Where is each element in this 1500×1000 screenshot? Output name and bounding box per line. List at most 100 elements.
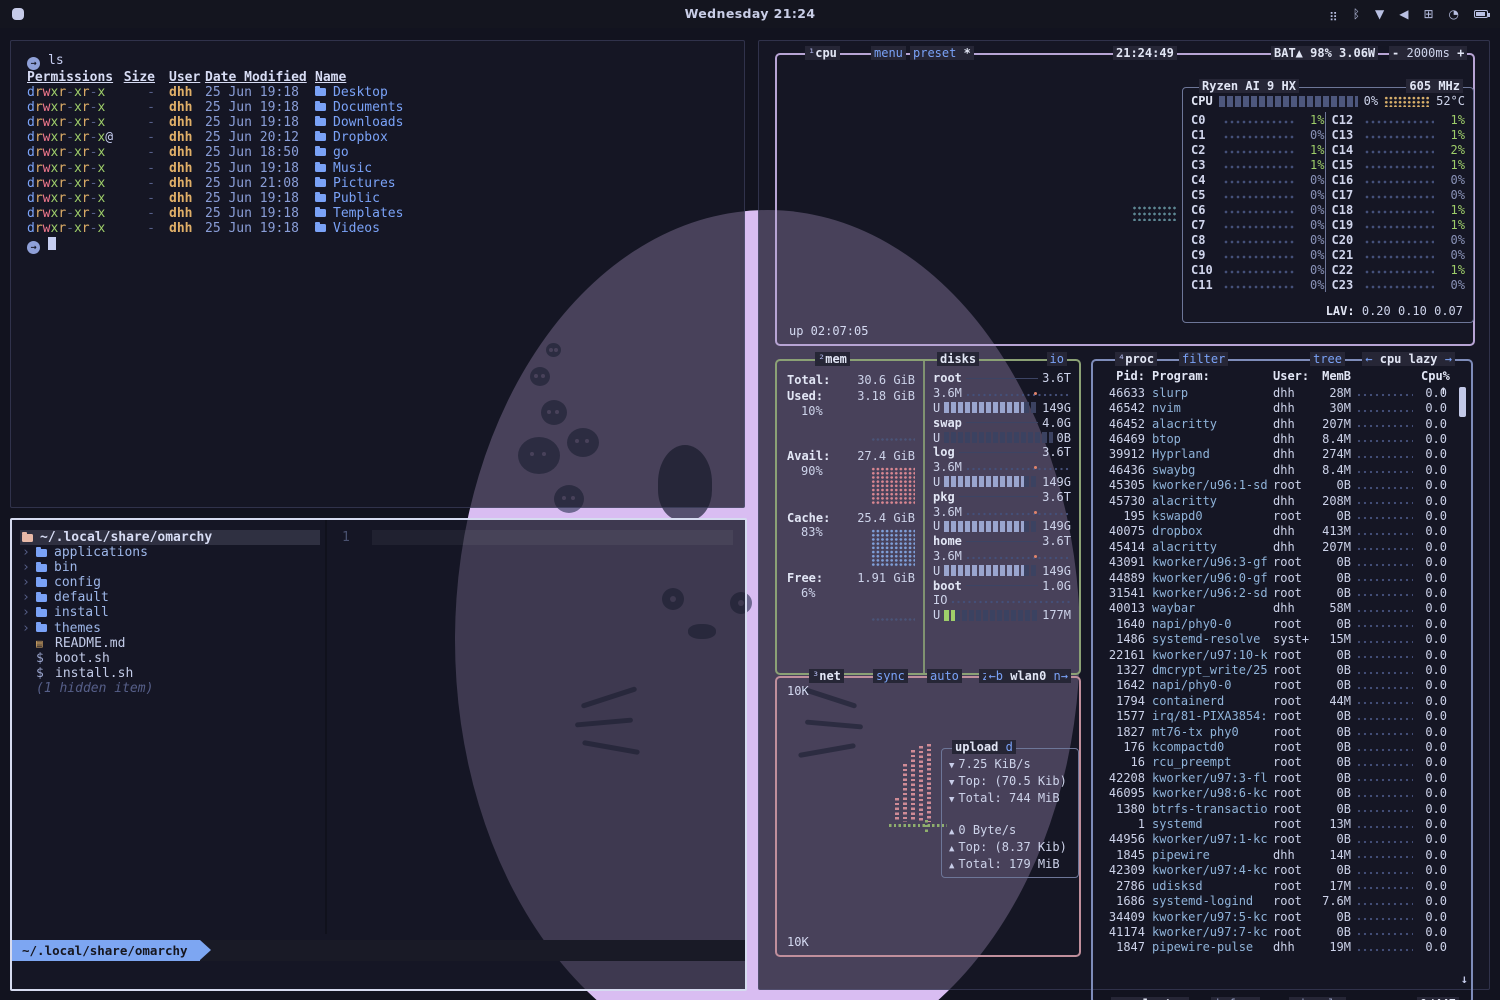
process-row[interactable]: 43091kworker/u96:3-gfroot0B0.0	[1103, 554, 1447, 569]
net-interface-switch[interactable]: ←b wlan0 n→	[986, 669, 1072, 683]
process-cpu-graph	[1357, 850, 1413, 859]
ls-user: dhh	[169, 191, 199, 206]
ls-date: 25 Jun 19:18	[205, 161, 309, 176]
package-update-icon[interactable]: ⣶	[1329, 7, 1338, 21]
proc-panel-title[interactable]: ⁴proc	[1115, 352, 1157, 366]
process-row[interactable]: 176kcompactd0root0B0.0	[1103, 739, 1447, 754]
process-row[interactable]: 45414alacrittydhh207M0.0	[1103, 539, 1447, 554]
process-cpu-graph	[1357, 465, 1413, 474]
core-usage-graph	[1224, 175, 1294, 184]
process-row[interactable]: 1642napi/phy0-0root0B0.0	[1103, 678, 1447, 693]
ls-size: -	[123, 176, 155, 191]
process-row[interactable]: 195kswapd0root0B0.0	[1103, 508, 1447, 523]
net-auto-button[interactable]: auto	[927, 669, 962, 683]
process-row[interactable]: 44889kworker/u96:0-gfroot0B0.0	[1103, 570, 1447, 585]
disk-name-row: root3.6T	[933, 371, 1071, 386]
tree-item-bin[interactable]: ›bin	[20, 560, 320, 575]
volume-icon[interactable]: ◀	[1399, 7, 1408, 21]
pane-separator[interactable]	[325, 520, 327, 934]
bluetooth-icon[interactable]: ᛒ	[1353, 7, 1360, 21]
chevron-right-icon: ›	[22, 545, 36, 560]
terminal-cursor[interactable]	[48, 237, 56, 250]
process-row[interactable]: 46452alacrittydhh207M0.0	[1103, 416, 1447, 431]
cpu-panel-title[interactable]: ¹cpu	[805, 46, 840, 60]
process-row[interactable]: 1486systemd-resolvesyst+15M0.0	[1103, 632, 1447, 647]
tree-item-install[interactable]: ›install	[20, 605, 320, 620]
process-row[interactable]: 1380btrfs-transactioroot0B0.0	[1103, 801, 1447, 816]
process-cpu-graph	[1357, 758, 1413, 767]
cpu-core-row: C210%	[1332, 247, 1466, 262]
process-row[interactable]: 45305kworker/u96:1-sdroot0B0.0	[1103, 477, 1447, 492]
net-box-title[interactable]: upload d	[952, 740, 1016, 754]
update-interval-control[interactable]: - 2000ms +	[1389, 46, 1467, 60]
process-row[interactable]: 39912Hyprlanddhh274M0.0	[1103, 447, 1447, 462]
tree-item-default[interactable]: ›default	[20, 590, 320, 605]
ls-user: dhh	[169, 206, 199, 221]
disk-used-row: U149G	[933, 563, 1071, 578]
net-panel-title[interactable]: ³net	[809, 669, 844, 683]
tree-item-install-sh[interactable]: $install.sh	[20, 666, 320, 681]
io-mode-button[interactable]: io	[1047, 352, 1067, 366]
sort-selector[interactable]: ← cpu lazy →	[1362, 352, 1455, 366]
cpu-core-row: C142%	[1332, 142, 1466, 157]
process-row[interactable]: 42309kworker/u97:4-kcroot0B0.0	[1103, 863, 1447, 878]
disks-panel-title[interactable]: disks	[937, 352, 979, 366]
process-row[interactable]: 1847pipewire-pulsedhh19M0.0	[1103, 940, 1447, 955]
process-row[interactable]: 42208kworker/u97:3-flroot0B0.0	[1103, 770, 1447, 785]
process-row[interactable]: 46095kworker/u98:6-kcroot0B0.0	[1103, 786, 1447, 801]
process-row[interactable]: 40013waybardhh58M0.0	[1103, 601, 1447, 616]
ls-name: Music	[315, 161, 736, 176]
process-row[interactable]: 46633slurpdhh28M0.0	[1103, 385, 1447, 400]
scroll-down-icon[interactable]: ↓	[1461, 972, 1468, 986]
process-row[interactable]: 46436swaybgdhh8.4M0.0	[1103, 462, 1447, 477]
process-row[interactable]: 34409kworker/u97:5-kcroot0B0.0	[1103, 909, 1447, 924]
proc-scrollbar[interactable]	[1459, 387, 1466, 417]
process-row[interactable]: 1577irq/81-PIXA3854:root0B0.0	[1103, 709, 1447, 724]
battery-icon[interactable]	[1474, 10, 1488, 18]
tree-item-applications[interactable]: ›applications	[20, 545, 320, 560]
process-row[interactable]: 46469btopdhh8.4M0.0	[1103, 431, 1447, 446]
tree-toggle-button[interactable]: tree	[1310, 352, 1345, 366]
process-cpu-graph	[1357, 434, 1413, 443]
tree-item-config[interactable]: ›config	[20, 575, 320, 590]
process-row[interactable]: 40075dropboxdhh413M0.0	[1103, 524, 1447, 539]
process-row[interactable]: 2786udisksdroot17M0.0	[1103, 878, 1447, 893]
net-sync-button[interactable]: sync	[873, 669, 908, 683]
cpu-core-row: C90%	[1191, 247, 1325, 262]
gauge-icon[interactable]: ◔	[1449, 7, 1459, 21]
process-row[interactable]: 1794containerdroot44M0.0	[1103, 693, 1447, 708]
ls-name: Videos	[315, 221, 736, 236]
core-usage-graph	[1224, 130, 1294, 139]
core-usage-graph	[1224, 160, 1294, 169]
process-row[interactable]: 44956kworker/u97:1-kcroot0B0.0	[1103, 832, 1447, 847]
tree-root[interactable]: ~/.local/share/omarchy	[20, 530, 320, 545]
cpu-core-row: C100%	[1191, 262, 1325, 277]
menu-button[interactable]: menu	[871, 46, 906, 60]
ls-user: dhh	[169, 221, 199, 236]
tree-item-boot-sh[interactable]: $boot.sh	[20, 651, 320, 666]
process-row[interactable]: 16rcu_preemptroot0B0.0	[1103, 755, 1447, 770]
process-cpu-graph	[1357, 881, 1413, 890]
process-row[interactable]: 1327dmcrypt_write/25root0B0.0	[1103, 662, 1447, 677]
process-row[interactable]: 1640napi/phy0-0root0B0.0	[1103, 616, 1447, 631]
process-row[interactable]: 1686systemd-logindroot7.6M0.0	[1103, 893, 1447, 908]
ls-name: go	[315, 145, 736, 160]
ls-date: 25 Jun 19:18	[205, 100, 309, 115]
disks-list: root3.6T3.6MU149Gswap4.0GU0Blog3.6T3.6MU…	[933, 371, 1071, 623]
process-row[interactable]: 22161kworker/u97:10-kroot0B0.0	[1103, 647, 1447, 662]
process-row[interactable]: 45730alacrittydhh208M0.0	[1103, 493, 1447, 508]
process-row[interactable]: 1827mt76-tx phy0root0B0.0	[1103, 724, 1447, 739]
process-row[interactable]: 31541kworker/u96:2-sdroot0B0.0	[1103, 585, 1447, 600]
process-cpu-graph	[1357, 820, 1413, 829]
tree-item-readme-md[interactable]: ▤README.md	[20, 636, 320, 651]
process-row[interactable]: 46542nvimdhh30M0.0	[1103, 400, 1447, 415]
folder-icon	[36, 564, 47, 572]
chip-icon[interactable]: ⊞	[1423, 7, 1433, 21]
process-row[interactable]: 1systemdroot13M0.0	[1103, 816, 1447, 831]
process-row[interactable]: 41174kworker/u97:7-kcroot0B0.0	[1103, 924, 1447, 939]
wifi-icon[interactable]: ▼	[1375, 7, 1384, 21]
preset-button[interactable]: preset *	[910, 46, 974, 60]
filter-button[interactable]: filter	[1179, 352, 1228, 366]
process-row[interactable]: 1845pipewiredhh14M0.0	[1103, 847, 1447, 862]
tree-item-themes[interactable]: ›themes	[20, 621, 320, 636]
